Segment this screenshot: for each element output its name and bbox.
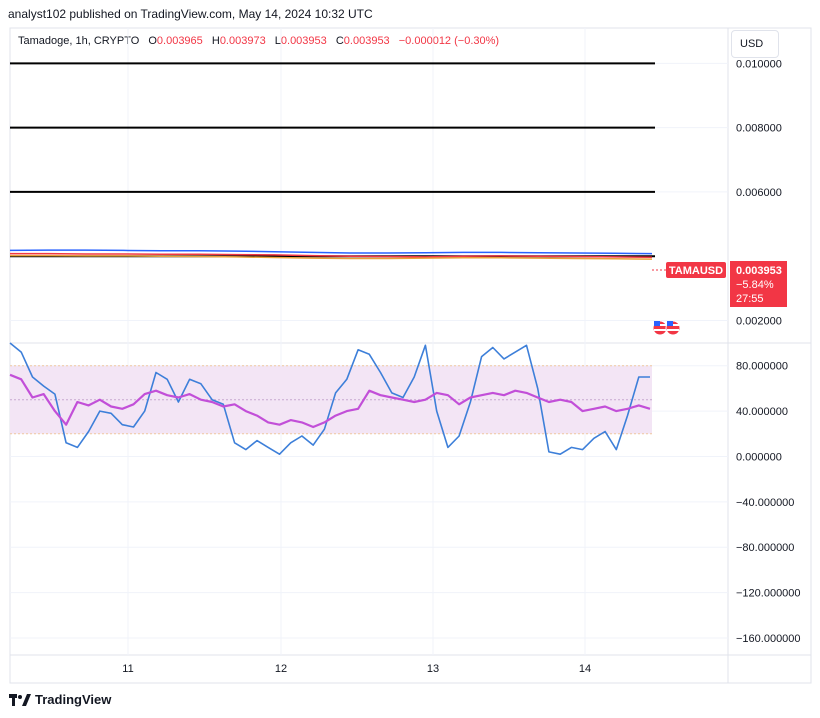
chart-frame <box>9 27 812 684</box>
price-tick-label: 0.002000 <box>736 316 782 328</box>
osc-tick-label: −120.000000 <box>736 588 801 600</box>
tradingview-icon <box>9 693 31 706</box>
time-tick-label: 13 <box>427 663 439 675</box>
price-tick-label: 0.006000 <box>736 187 782 199</box>
ticker-label: TAMAUSD <box>669 265 723 277</box>
osc-tick-label: 0.000000 <box>736 451 782 463</box>
osc-tick-label: 40.000000 <box>736 406 788 418</box>
current-price-value: 0.003953 <box>736 265 782 277</box>
time-tick-label: 11 <box>122 663 133 675</box>
osc-tick-label: −160.000000 <box>736 633 801 645</box>
chart-canvas[interactable]: 0.010000 0.008000 0.006000 0.002000 80.0000… <box>0 0 820 718</box>
osc-tick-label: −40.000000 <box>736 497 794 509</box>
price-tick-label: 0.010000 <box>736 58 782 70</box>
current-price-tag: TAMAUSD 0.003953 −5.84% 27:55 <box>652 261 787 307</box>
price-series-line <box>9 249 653 255</box>
osc-tick-label: 80.000000 <box>736 361 788 373</box>
tradingview-logo: TradingView <box>9 692 111 707</box>
tradingview-brand: TradingView <box>35 692 112 707</box>
bar-countdown: 27:55 <box>736 293 764 305</box>
time-tick-label: 12 <box>275 663 287 675</box>
current-price-pct: −5.84% <box>736 279 774 291</box>
osc-tick-label: −80.000000 <box>736 542 794 554</box>
price-tick-label: 0.008000 <box>736 123 782 135</box>
us-flag-event-icon[interactable] <box>652 320 681 336</box>
time-tick-label: 14 <box>579 663 591 675</box>
